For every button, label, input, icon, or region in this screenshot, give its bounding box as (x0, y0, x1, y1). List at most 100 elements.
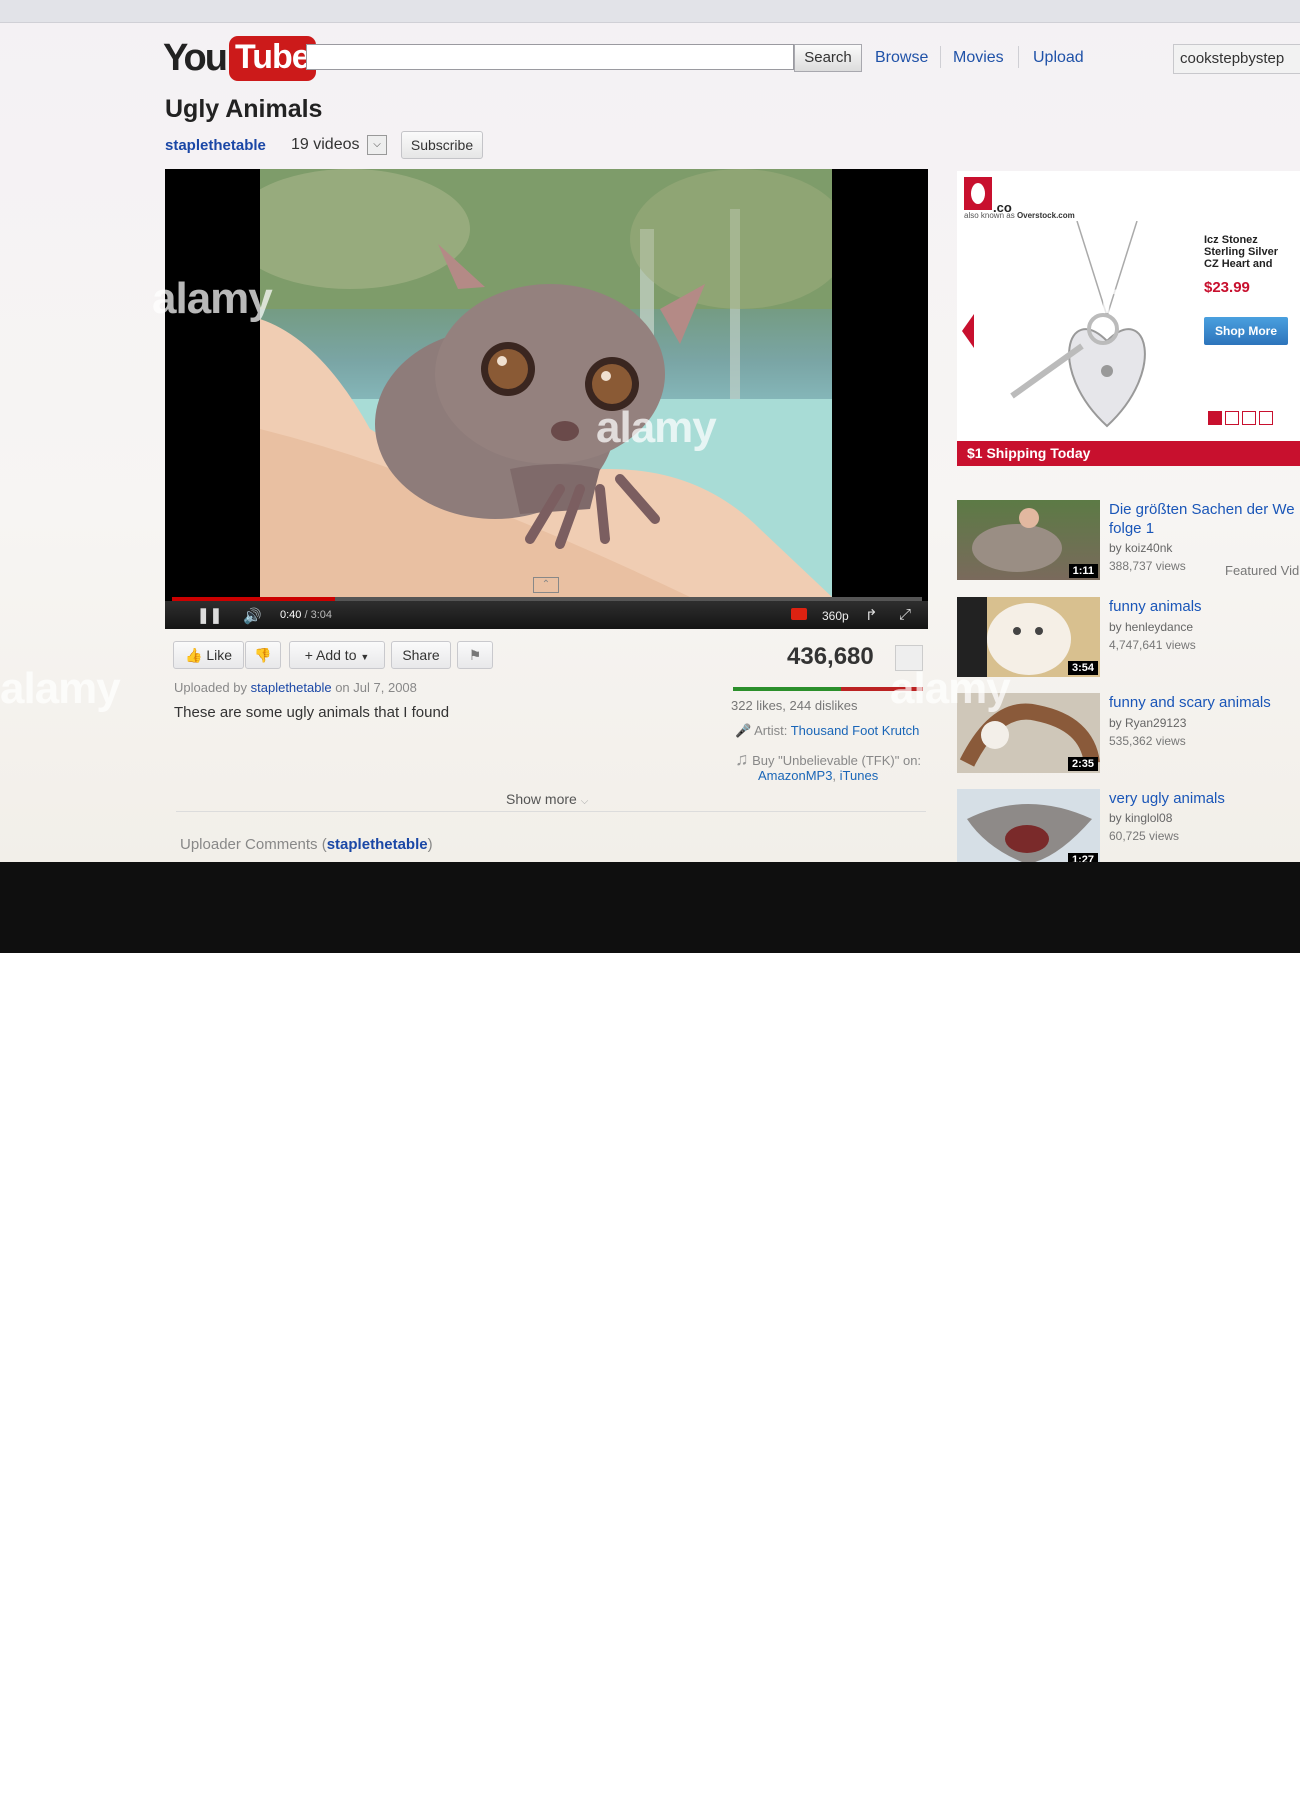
uploaded-prefix: Uploaded by (174, 680, 247, 695)
video-player[interactable]: ⌃ ❚❚ 🔊 0:40 / 3:04 360p ↱ ⤢ (165, 169, 928, 629)
video-title: Ugly Animals (165, 95, 323, 123)
related-video-title[interactable]: Die größten Sachen der We folge 1 (1109, 500, 1300, 538)
timecode: 0:40 / 3:04 (280, 609, 332, 621)
watermark: alamy (596, 403, 717, 452)
nav-upload[interactable]: Upload (1033, 49, 1084, 67)
ad-shipping-banner[interactable]: $1 Shipping Today (957, 441, 1300, 466)
ad-product-name[interactable]: Icz Stonez Sterling Silver CZ Heart and (1204, 234, 1294, 270)
monitor-screen: You Tube Search Browse Movies Upload coo… (0, 0, 1300, 862)
ad-page-dot[interactable] (1259, 411, 1273, 425)
thumbnail-image (967, 804, 1092, 862)
video-frame[interactable]: ⌃ (260, 169, 832, 597)
search-input[interactable] (306, 44, 794, 70)
subscribe-button[interactable]: Subscribe (401, 131, 483, 159)
ad-page-dot[interactable] (1208, 411, 1222, 425)
ad-pagination (1208, 411, 1273, 425)
heart-pendant-image (1010, 221, 1146, 428)
related-video-author[interactable]: by henleydance (1109, 620, 1193, 634)
video-duration: 1:27 (1067, 853, 1098, 862)
dislike-button[interactable]: 👎 (245, 641, 281, 669)
shop-more-button[interactable]: Shop More (1204, 317, 1288, 345)
overstock-logo (964, 177, 992, 210)
site-url: www.alamy.com (1125, 1774, 1256, 1793)
chevron-down-icon: ▼ (360, 652, 370, 662)
store-itunes[interactable]: iTunes (840, 768, 879, 783)
divider (176, 811, 926, 812)
uploader-link[interactable]: staplethetable (251, 680, 332, 695)
user-menu[interactable]: cookstepbystep (1173, 44, 1300, 74)
watermark: alamy (0, 664, 121, 713)
show-more-button[interactable]: Show more ⌵ (506, 791, 588, 807)
artist-link[interactable]: Thousand Foot Krutch (791, 723, 920, 738)
ad-aka-brand: Overstock.com (1016, 211, 1075, 220)
watermark: alamy (152, 274, 273, 323)
search-button[interactable]: Search (794, 44, 862, 72)
video-thumbnail[interactable]: 1:11 (957, 500, 1100, 580)
video-description: These are some ugly animals that I found (174, 704, 450, 721)
related-video-author[interactable]: by kinglol08 (1109, 811, 1172, 825)
video-duration: 1:11 (1068, 564, 1098, 578)
time-total: / 3:04 (304, 609, 333, 621)
ad-page-dot[interactable] (1225, 411, 1239, 425)
like-button[interactable]: 👍 Like (173, 641, 244, 669)
youtube-logo[interactable]: You Tube (163, 34, 316, 82)
share-button[interactable]: Share (391, 641, 451, 669)
uploader-comments-user[interactable]: staplethetable (327, 836, 428, 853)
watermark: alamy (890, 664, 1011, 713)
add-to-label: Add to (316, 647, 357, 663)
ad-price: $23.99 (1204, 279, 1250, 296)
uploader-comments-close: ) (427, 836, 433, 853)
video-duration: 3:54 (1067, 661, 1098, 675)
alamy-logo: alamy (50, 1741, 178, 1794)
chevron-up-icon[interactable]: ⌃ (533, 577, 559, 593)
upload-date: on Jul 7, 2008 (335, 680, 417, 695)
related-video-views: 60,725 views (1109, 829, 1180, 843)
uploader-comments-heading: Uploader Comments (staplethetable) (180, 836, 433, 853)
related-video-title[interactable]: funny and scary animals (1109, 693, 1300, 712)
related-video-author[interactable]: by Ryan29123 (1109, 716, 1186, 730)
thumbs-up-icon: 👍 (184, 647, 203, 663)
browser-chrome-strip (0, 0, 1300, 23)
related-video-title[interactable]: very ugly animals (1109, 789, 1300, 808)
related-video-title[interactable]: funny animals (1109, 597, 1300, 616)
ad-prev-arrow-icon[interactable] (962, 314, 974, 348)
artist-line: 🎤 Artist: Thousand Foot Krutch (735, 723, 919, 739)
nav-separator (940, 46, 941, 68)
nav-browse[interactable]: Browse (875, 49, 928, 67)
popout-icon[interactable]: ↱ (865, 606, 878, 624)
related-video-author[interactable]: by koiz40nk (1109, 541, 1172, 555)
related-video[interactable]: 1:27 very ugly animals by kinglol08 60,7… (957, 789, 1300, 862)
tarsier-image (260, 169, 832, 597)
ad-page-dot[interactable] (1242, 411, 1256, 425)
channel-link[interactable]: staplethetable (165, 137, 266, 154)
uploader-comments-label: Uploader Comments ( (180, 836, 327, 853)
like-ratio-fill (733, 687, 842, 691)
related-video-views: 388,737 views (1109, 559, 1186, 573)
pause-icon[interactable]: ❚❚ (197, 606, 222, 624)
time-current: 0:40 (280, 609, 302, 621)
image-id: C8WKBG (1193, 1748, 1269, 1767)
likes-dislikes: 322 likes, 244 dislikes (731, 698, 858, 713)
quality-selector[interactable]: 360p (822, 609, 849, 623)
flag-button[interactable]: ⚑ (457, 641, 493, 669)
buy-text: Buy "Unbelievable (TFK)" on: (752, 753, 922, 768)
chevron-down-icon[interactable]: ⌵ (367, 135, 387, 155)
thumbs-down-icon: 👎 (254, 647, 272, 663)
flag-icon: ⚑ (468, 647, 482, 663)
view-count: 436,680 (787, 643, 874, 670)
related-video-views: 4,747,641 views (1109, 638, 1196, 652)
store-amazonmp3[interactable]: AmazonMP3 (758, 768, 832, 783)
artist-label: Artist: (754, 723, 788, 738)
player-controls: ❚❚ 🔊 0:40 / 3:04 360p ↱ ⤢ (165, 601, 928, 629)
nav-movies[interactable]: Movies (953, 49, 1004, 67)
watermark: alamy (1042, 274, 1163, 323)
username: cookstepbystep (1180, 50, 1285, 67)
fullscreen-icon[interactable]: ⤢ (899, 606, 911, 623)
plus-icon: + (304, 647, 313, 663)
volume-icon[interactable]: 🔊 (243, 607, 262, 625)
video-thumbnail[interactable]: 1:27 (957, 789, 1100, 862)
microphone-icon: 🎤 (735, 723, 752, 738)
add-to-button[interactable]: + Add to ▼ (289, 641, 385, 669)
music-note-icon: ♫ (735, 749, 749, 769)
captions-icon[interactable] (791, 608, 807, 620)
